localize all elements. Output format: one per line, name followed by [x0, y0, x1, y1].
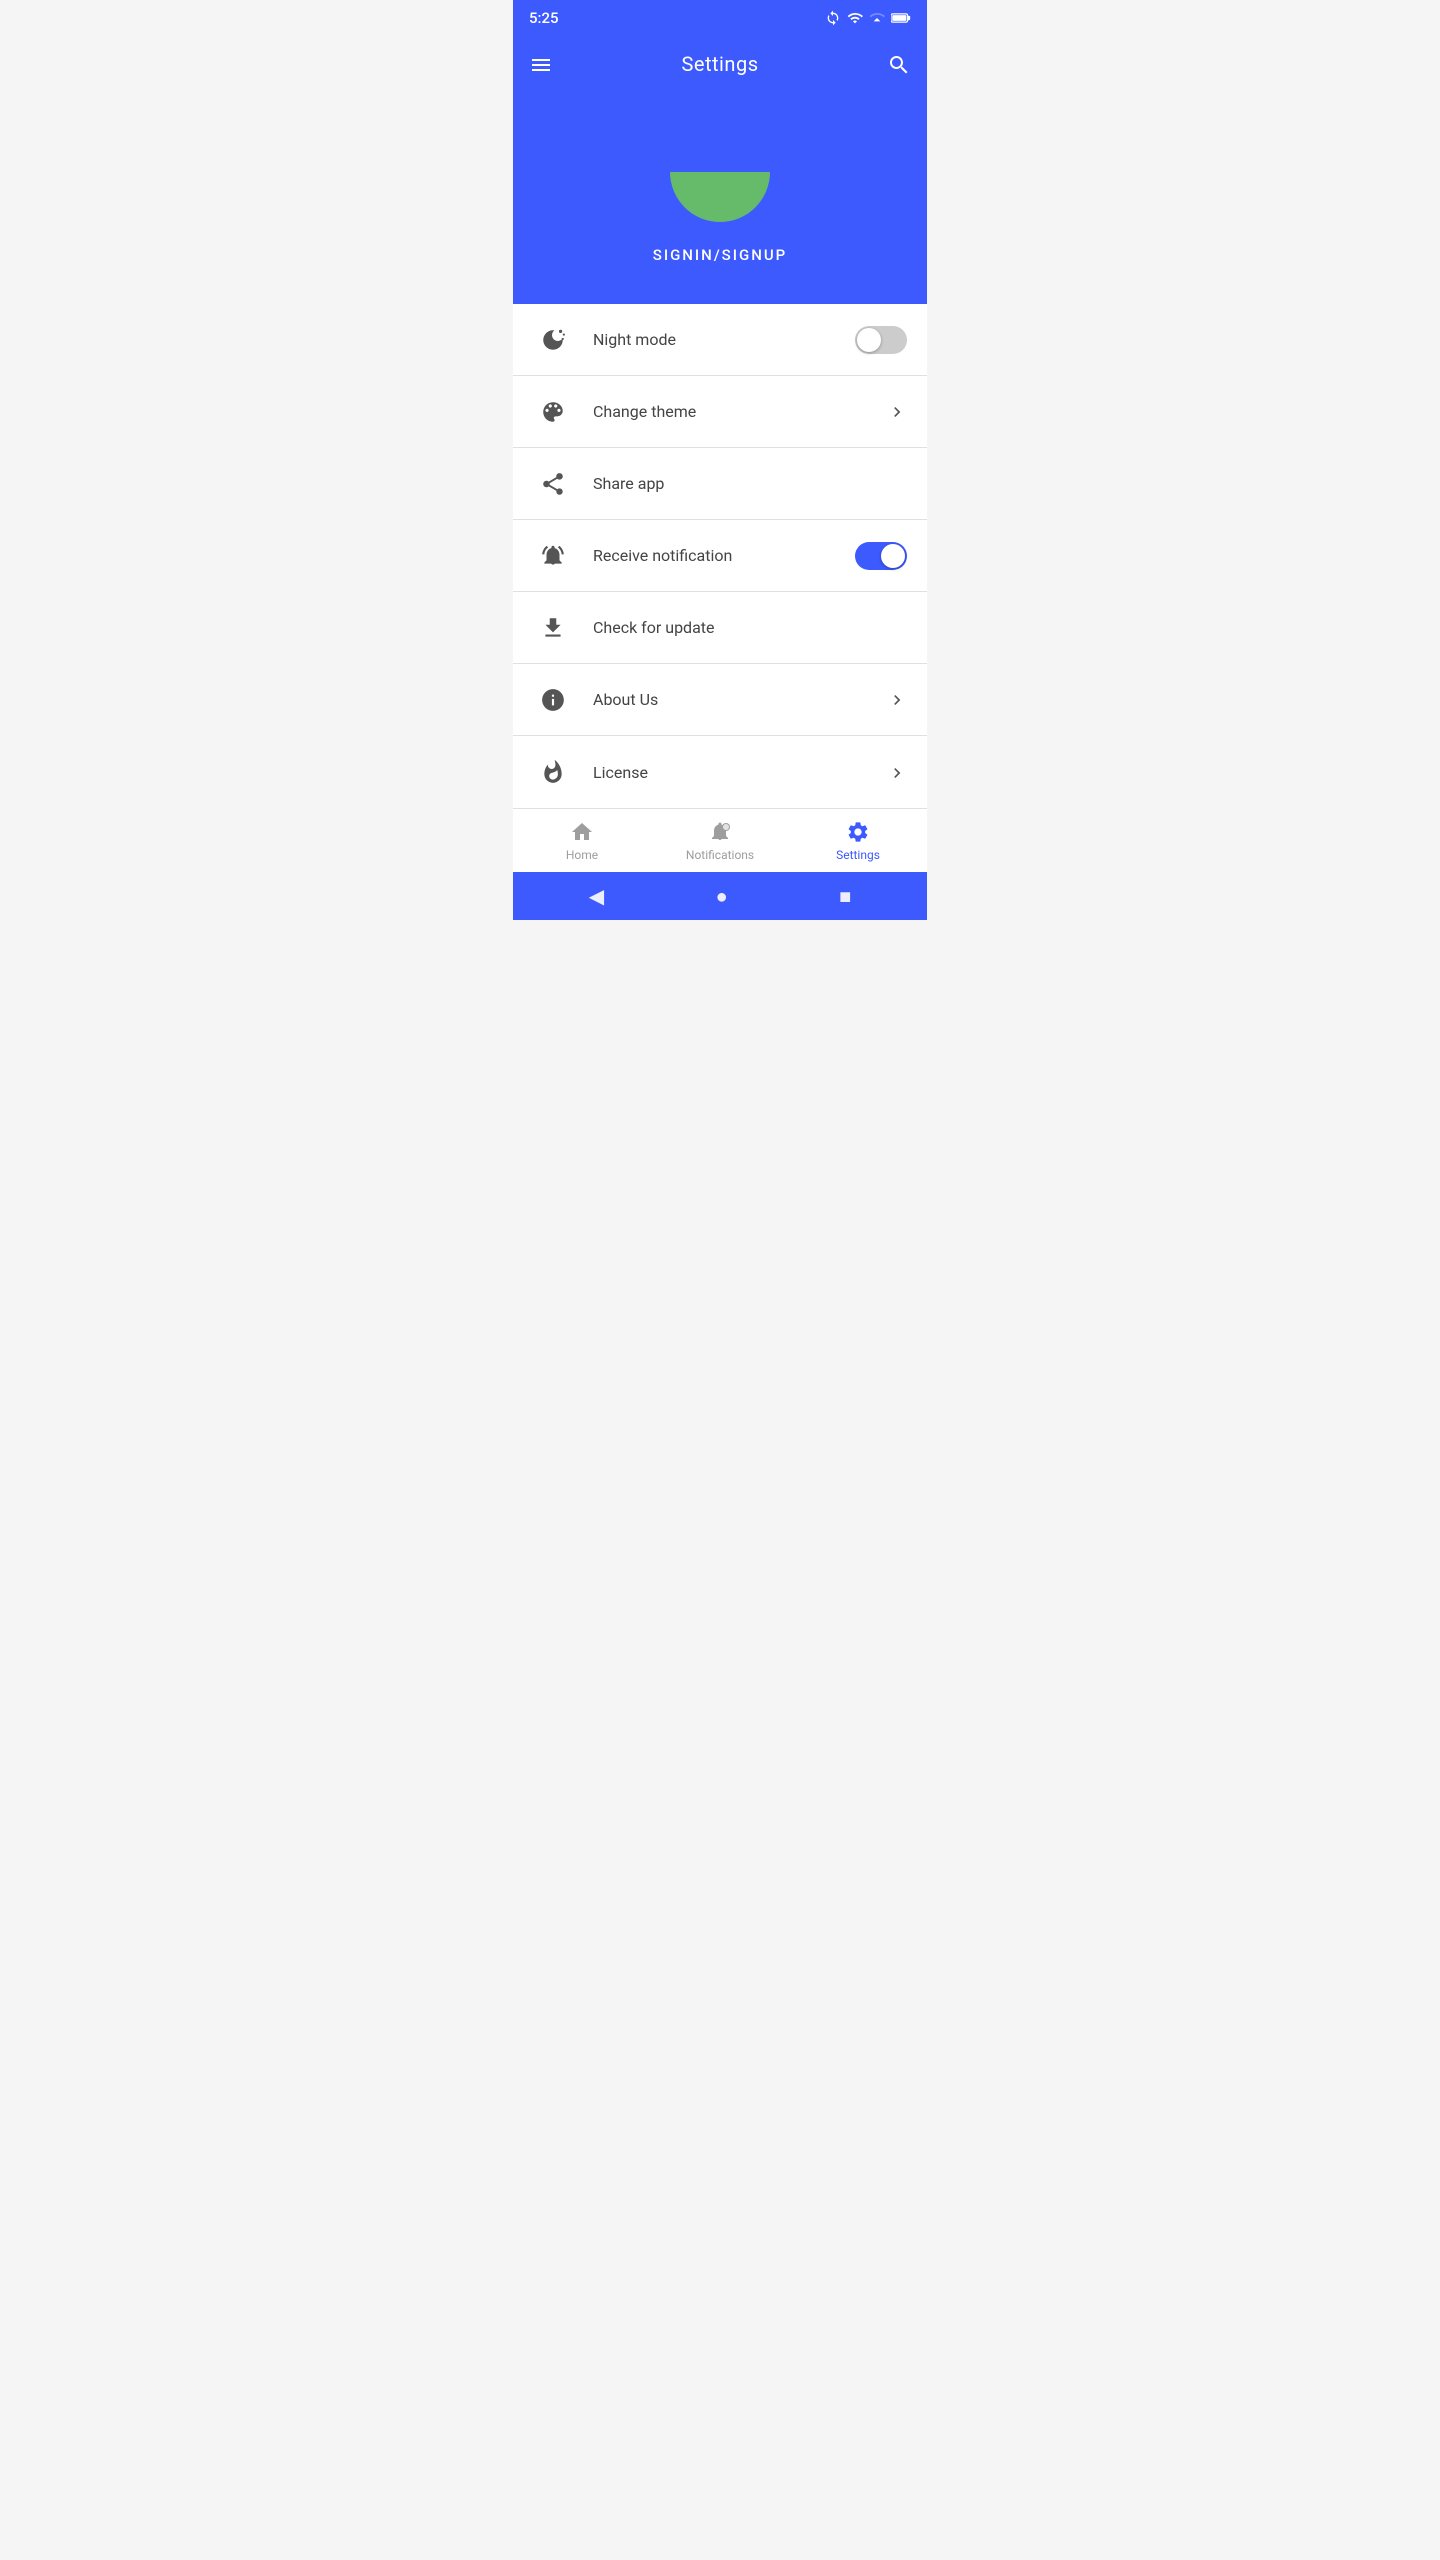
- notification-active-icon: [533, 543, 573, 569]
- receive-notification-toggle[interactable]: [855, 542, 907, 570]
- change-theme-label: Change theme: [593, 402, 887, 421]
- sync-icon: [825, 10, 841, 26]
- settings-icon: [846, 819, 870, 844]
- notifications-icon: [708, 819, 732, 844]
- night-mode-label: Night mode: [593, 330, 855, 349]
- settings-list: Night mode Change theme Share app: [513, 304, 927, 808]
- share-app-label: Share app: [593, 474, 907, 493]
- menu-button[interactable]: [529, 51, 553, 76]
- settings-item-share-app[interactable]: Share app: [513, 448, 927, 520]
- about-us-label: About Us: [593, 690, 887, 709]
- status-bar: 5:25: [513, 0, 927, 36]
- battery-icon: [891, 11, 911, 25]
- settings-label: Settings: [836, 848, 880, 862]
- app-bar-title: Settings: [681, 52, 758, 76]
- about-us-arrow: [887, 689, 907, 710]
- info-icon: [533, 687, 573, 713]
- wifi-icon: [847, 10, 863, 26]
- settings-item-change-theme[interactable]: Change theme: [513, 376, 927, 448]
- night-mode-icon: [533, 327, 573, 353]
- app-bar: Settings: [513, 36, 927, 92]
- license-label: License: [593, 763, 887, 782]
- change-theme-arrow: [887, 401, 907, 422]
- bottom-nav-notifications[interactable]: Notifications: [651, 811, 789, 870]
- search-button[interactable]: [887, 51, 911, 76]
- avatar: [670, 122, 770, 222]
- back-button[interactable]: ◀: [589, 884, 604, 908]
- recents-button[interactable]: ■: [839, 884, 851, 909]
- share-icon: [533, 471, 573, 497]
- settings-item-about-us[interactable]: About Us: [513, 664, 927, 736]
- bottom-nav-settings[interactable]: Settings: [789, 811, 927, 870]
- home-label: Home: [566, 848, 598, 862]
- palette-icon: [533, 399, 573, 425]
- profile-section[interactable]: SIGNIN/SIGNUP: [513, 92, 927, 304]
- signal-icon: [869, 10, 885, 26]
- status-icons: [825, 10, 911, 26]
- check-update-label: Check for update: [593, 618, 907, 637]
- settings-item-check-update[interactable]: Check for update: [513, 592, 927, 664]
- notifications-label: Notifications: [686, 848, 754, 862]
- bottom-nav-home[interactable]: Home: [513, 811, 651, 870]
- status-time: 5:25: [529, 9, 559, 27]
- system-navigation-bar: ◀ ● ■: [513, 872, 927, 920]
- license-arrow: [887, 761, 907, 782]
- night-mode-toggle[interactable]: [855, 326, 907, 354]
- flame-icon: [533, 759, 573, 785]
- settings-item-license[interactable]: License: [513, 736, 927, 808]
- home-button[interactable]: ●: [716, 884, 728, 909]
- download-icon: [533, 615, 573, 641]
- settings-item-receive-notification[interactable]: Receive notification: [513, 520, 927, 592]
- home-icon: [570, 819, 594, 844]
- signin-signup-button[interactable]: SIGNIN/SIGNUP: [653, 246, 788, 264]
- bottom-navigation: Home Notifications Settings: [513, 808, 927, 872]
- receive-notification-label: Receive notification: [593, 546, 855, 565]
- settings-item-night-mode[interactable]: Night mode: [513, 304, 927, 376]
